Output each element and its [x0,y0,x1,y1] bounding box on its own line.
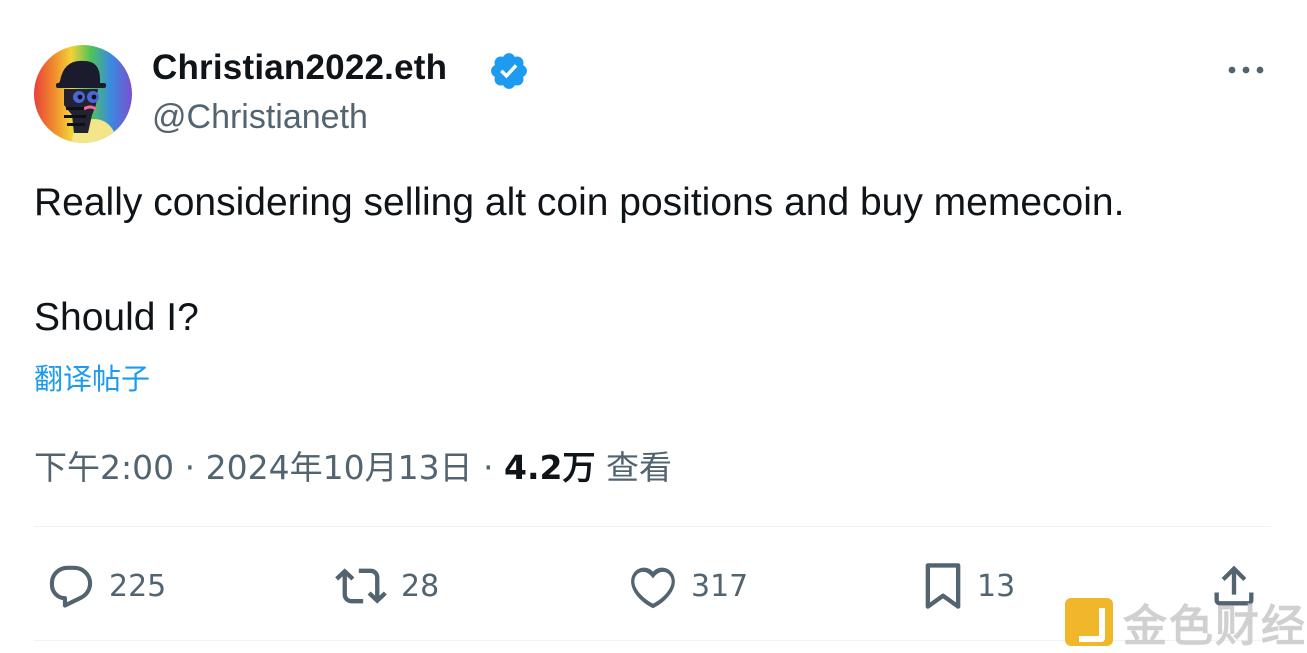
tweet-text-line-1: Really considering selling alt coin posi… [34,181,1125,224]
retweet-count: 28 [401,568,440,604]
views-label: 查看 [606,448,673,487]
retweet-button[interactable]: 28 [333,560,439,612]
divider [34,526,1271,527]
meta-separator: · [472,448,505,487]
avatar-illustration [56,60,116,143]
reply-count: 225 [109,568,167,604]
tweet-date[interactable]: 2024年10月13日 [206,448,473,487]
retweet-icon [335,568,387,604]
views-count[interactable]: 4.2万 [504,448,595,487]
heart-icon [631,567,675,609]
watermark: 金色财经 [1065,590,1307,653]
tweet-time[interactable]: 下午2:00 [34,448,174,487]
user-handle[interactable]: @Christianeth [152,98,368,137]
bookmark-count: 13 [977,568,1016,604]
reply-button[interactable]: 225 [45,560,166,612]
reply-icon [49,565,93,608]
like-button[interactable]: 317 [627,560,748,612]
verified-badge-icon[interactable] [488,50,530,92]
bookmark-button[interactable]: 13 [921,560,1015,612]
bookmark-icon [925,563,961,609]
tweet-meta: 下午2:00 · 2024年10月13日 · 4.2万 查看 [34,441,672,489]
translate-post-link[interactable]: 翻译帖子 [34,356,150,398]
meta-separator: · [174,448,206,487]
watermark-text: 金色财经 [1123,601,1307,652]
like-count: 317 [691,568,749,604]
jinse-logo [1065,598,1113,646]
display-name[interactable]: Christian2022.eth [152,48,447,88]
tweet-text-line-2: Should I? [34,296,199,339]
more-dots-icon[interactable] [1226,58,1266,82]
avatar[interactable] [34,45,132,143]
